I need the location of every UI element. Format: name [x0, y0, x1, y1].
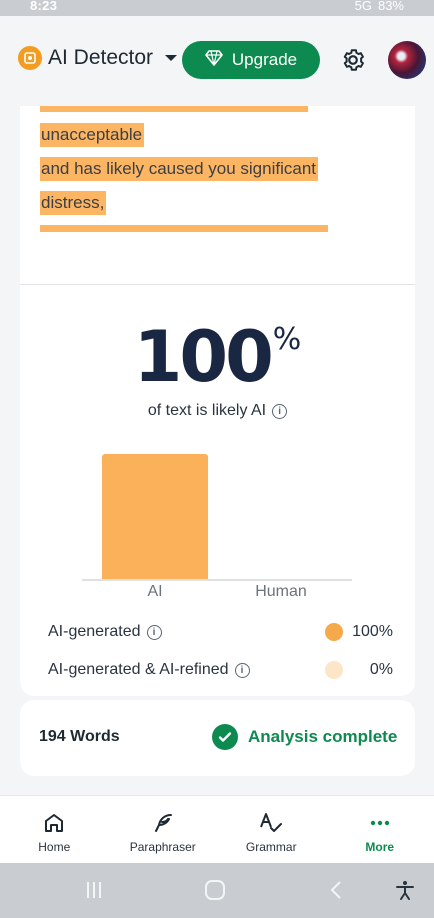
chart-xlabel-human: Human — [255, 583, 307, 600]
home-icon — [42, 810, 66, 836]
ai-human-chart: AI Human — [82, 451, 352, 601]
text-excerpt[interactable]: unacceptable and has likely caused you s… — [40, 106, 340, 232]
score-unit: % — [272, 322, 302, 357]
nav-item-home[interactable]: Home — [0, 796, 109, 863]
signal-label: 5G — [354, 0, 372, 13]
info-icon[interactable]: i — [234, 662, 250, 678]
analysis-summary: 194 Words Analysis complete — [20, 700, 415, 776]
recent-apps-icon[interactable] — [84, 880, 104, 900]
app-title: AI Detector — [48, 46, 154, 69]
nav-label: Grammar — [245, 840, 297, 854]
divider — [20, 284, 415, 285]
highlighted-line-cut — [40, 225, 328, 232]
system-nav-bar — [0, 863, 434, 918]
status-bar: 8:23 5G 83% — [0, 0, 434, 16]
nav-label: Paraphraser — [129, 840, 196, 854]
highlighted-line: distress, — [40, 191, 107, 215]
result-card: unacceptable and has likely caused you s… — [20, 106, 415, 696]
legend-row: AI-generated i 100% — [48, 620, 393, 644]
chart-xlabel-ai: AI — [147, 583, 163, 600]
score-subtitle-text: of text is likely AI — [147, 402, 267, 419]
feather-icon — [151, 810, 175, 836]
score-subtitle: of text is likely AI i — [20, 402, 415, 420]
highlighted-line: and has likely caused you significant — [40, 157, 318, 181]
legend-value: 100% — [352, 623, 393, 640]
legend-row: AI-generated & AI-refined i 0% — [48, 658, 393, 682]
info-icon[interactable]: i — [146, 624, 162, 640]
highlight-line-partial — [40, 106, 308, 112]
app-switcher[interactable]: AI Detector — [18, 46, 178, 70]
legend-label-ai-generated: AI-generated — [48, 623, 141, 640]
check-circle-icon — [212, 724, 238, 750]
chart-bar-ai — [102, 454, 208, 579]
nav-item-grammar[interactable]: Grammar — [217, 796, 326, 863]
nav-item-more[interactable]: More — [326, 796, 434, 863]
avatar[interactable] — [388, 41, 426, 79]
grammar-check-icon — [258, 810, 284, 836]
status-time: 8:23 — [30, 0, 58, 13]
info-icon[interactable]: i — [272, 403, 288, 419]
bottom-nav: Home Paraphraser Grammar More — [0, 795, 434, 863]
chevron-down-icon — [165, 55, 178, 61]
highlighted-line: unacceptable — [40, 123, 145, 147]
chart-baseline — [82, 579, 352, 581]
status-icons: 5G 83% — [355, 0, 404, 13]
more-dots-icon — [368, 810, 392, 836]
home-circle-icon[interactable] — [204, 880, 226, 900]
nav-item-paraphraser[interactable]: Paraphraser — [109, 796, 218, 863]
diamond-icon — [205, 49, 223, 71]
score-value: 100 — [133, 316, 274, 398]
settings-button[interactable] — [338, 45, 368, 75]
legend-dot — [325, 661, 343, 679]
legend-value: 0% — [369, 661, 393, 678]
analysis-status-text: Analysis complete — [248, 727, 398, 746]
nav-label: More — [365, 840, 395, 854]
nav-label: Home — [38, 840, 71, 854]
ai-detector-logo-icon — [18, 46, 42, 70]
analysis-status: Analysis complete — [212, 724, 397, 750]
word-count: 194 Words — [39, 728, 120, 745]
back-icon[interactable] — [328, 880, 344, 900]
upgrade-label: Upgrade — [231, 50, 298, 69]
accessibility-icon[interactable] — [394, 880, 416, 900]
ai-score: 100% — [20, 316, 415, 398]
gear-icon — [343, 49, 364, 71]
legend-dot — [325, 623, 343, 641]
legend-label-ai-refined: AI-generated & AI-refined — [48, 661, 229, 678]
upgrade-button[interactable]: Upgrade — [182, 41, 320, 79]
battery-label: 83% — [377, 0, 404, 13]
app-header: AI Detector Upgrade — [0, 16, 434, 106]
